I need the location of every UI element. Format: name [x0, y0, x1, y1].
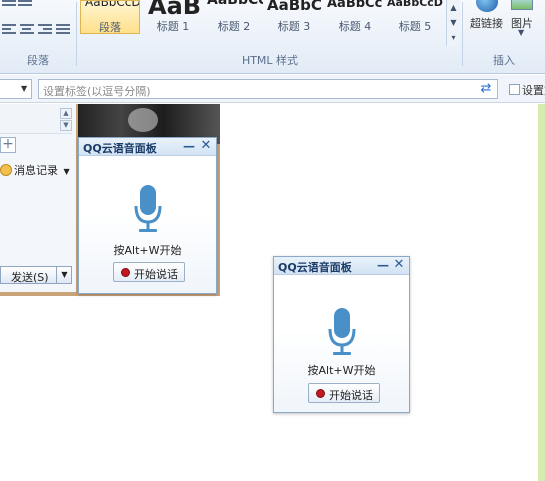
style-gallery-scroll[interactable]: ▲ ▼ ▾	[446, 0, 460, 46]
html-styles-group-label: HTML 样式	[241, 54, 299, 67]
style-preview: AaBbC	[267, 0, 322, 14]
bullets-icon[interactable]	[2, 0, 16, 10]
close-icon[interactable]: ✕	[200, 138, 212, 154]
add-icon[interactable]: +	[0, 137, 16, 153]
side-accent-bar	[538, 104, 545, 481]
picture-icon	[511, 0, 533, 10]
start-speaking-label: 开始说话	[329, 389, 373, 402]
hyperlink-button[interactable]: 超链接	[470, 0, 503, 34]
gallery-down-icon[interactable]: ▼	[447, 15, 460, 30]
style-caption: 标题 3	[277, 20, 311, 33]
close-icon[interactable]: ✕	[393, 257, 405, 273]
notebook-combo[interactable]: ▼	[0, 79, 32, 99]
scroll-down-icon[interactable]: ▼	[60, 120, 72, 131]
scroll-up-icon[interactable]: ▲	[60, 108, 72, 119]
style-caption: 标题 2	[217, 20, 251, 33]
picture-button[interactable]: 图片 ▼	[508, 0, 538, 40]
voice-panel-title: QQ云语音面板	[83, 142, 157, 155]
voice-shortcut-hint: 按Alt+W开始	[113, 244, 182, 257]
insert-group-label: 插入	[493, 54, 515, 67]
justify-icon[interactable]	[56, 24, 70, 34]
record-icon	[122, 269, 129, 276]
minimize-icon[interactable]: —	[377, 257, 389, 273]
message-record-label: 消息记录	[14, 164, 58, 177]
microphone-icon	[134, 185, 162, 232]
style-preview: AaBbCc	[207, 0, 263, 8]
voice-panel: QQ云语音面板 — ✕ 按Alt+W开始 开始说话	[78, 137, 217, 294]
record-icon	[317, 390, 324, 397]
gallery-more-icon[interactable]: ▾	[447, 30, 460, 45]
globe-icon	[476, 0, 498, 12]
voice-panel-body: 按Alt+W开始 开始说话	[274, 276, 409, 412]
paragraph-group-label: 段落	[27, 54, 49, 67]
voice-panel-body: 按Alt+W开始 开始说话	[79, 157, 216, 293]
style-tile-heading2[interactable]: AaBbCc 标题 2	[205, 0, 263, 34]
style-tile-heading3[interactable]: AaBbC 标题 3	[265, 0, 323, 34]
style-preview: AaB	[148, 0, 202, 20]
tag-input[interactable]: 设置标签(以逗号分隔)	[38, 79, 498, 99]
ribbon-separator	[76, 2, 77, 66]
style-preview: AaBbCc	[327, 0, 383, 11]
sync-icon[interactable]: ⇄	[478, 81, 494, 97]
style-caption: 标题 1	[156, 20, 190, 33]
microphone-icon	[328, 308, 356, 355]
align-right-icon[interactable]	[38, 24, 52, 34]
send-button[interactable]: 发送(S) ▼	[0, 266, 72, 284]
voice-shortcut-hint: 按Alt+W开始	[307, 364, 376, 377]
style-preview: AaBbCcD	[85, 0, 140, 9]
style-preview: AaBbCcD	[387, 0, 443, 9]
style-tile-heading4[interactable]: AaBbCc 标题 4	[325, 0, 385, 34]
start-speaking-label: 开始说话	[134, 268, 178, 281]
clock-icon	[0, 164, 12, 176]
numbering-icon[interactable]	[18, 0, 32, 10]
gallery-up-icon[interactable]: ▲	[447, 0, 460, 15]
picture-dropdown-icon[interactable]: ▼	[518, 28, 524, 37]
voice-panel: QQ云语音面板 — ✕ 按Alt+W开始 开始说话	[273, 256, 410, 413]
style-tile-heading5[interactable]: AaBbCcD 标题 5	[386, 0, 444, 34]
tag-input-placeholder: 设置标签(以逗号分隔)	[43, 85, 151, 98]
chevron-down-icon: ▼	[63, 167, 70, 176]
minimize-icon[interactable]: —	[183, 138, 195, 154]
style-tile-paragraph[interactable]: AaBbCcD 段落	[80, 0, 140, 34]
align-center-icon[interactable]	[20, 24, 34, 34]
combo-arrow-icon[interactable]: ▼	[21, 84, 27, 93]
send-options-icon[interactable]: ▼	[56, 267, 72, 283]
settings-checkbox-label: 设置文	[522, 84, 545, 97]
style-caption: 标题 4	[338, 20, 372, 33]
voice-panel-title: QQ云语音面板	[278, 261, 352, 274]
style-tile-heading1[interactable]: AaB 标题 1	[144, 0, 202, 34]
start-speaking-button[interactable]: 开始说话	[308, 383, 380, 403]
align-left-icon[interactable]	[2, 24, 16, 34]
message-record-button[interactable]: 消息记录 ▼	[0, 162, 70, 180]
start-speaking-button[interactable]: 开始说话	[113, 262, 185, 282]
settings-checkbox[interactable]	[509, 84, 520, 95]
ribbon: 段落 AaBbCcD 段落 AaB 标题 1 AaBbCc 标题 2 AaBbC…	[0, 0, 545, 74]
voice-panel-titlebar[interactable]: QQ云语音面板 — ✕	[79, 138, 216, 156]
tag-bar: ▼ 设置标签(以逗号分隔) ⇄ 设置文	[0, 75, 545, 103]
style-caption: 段落	[99, 21, 121, 34]
hyperlink-label: 超链接	[470, 17, 503, 30]
send-label: 发送(S)	[11, 271, 49, 284]
style-caption: 标题 5	[398, 20, 432, 33]
voice-panel-titlebar[interactable]: QQ云语音面板 — ✕	[274, 257, 409, 275]
